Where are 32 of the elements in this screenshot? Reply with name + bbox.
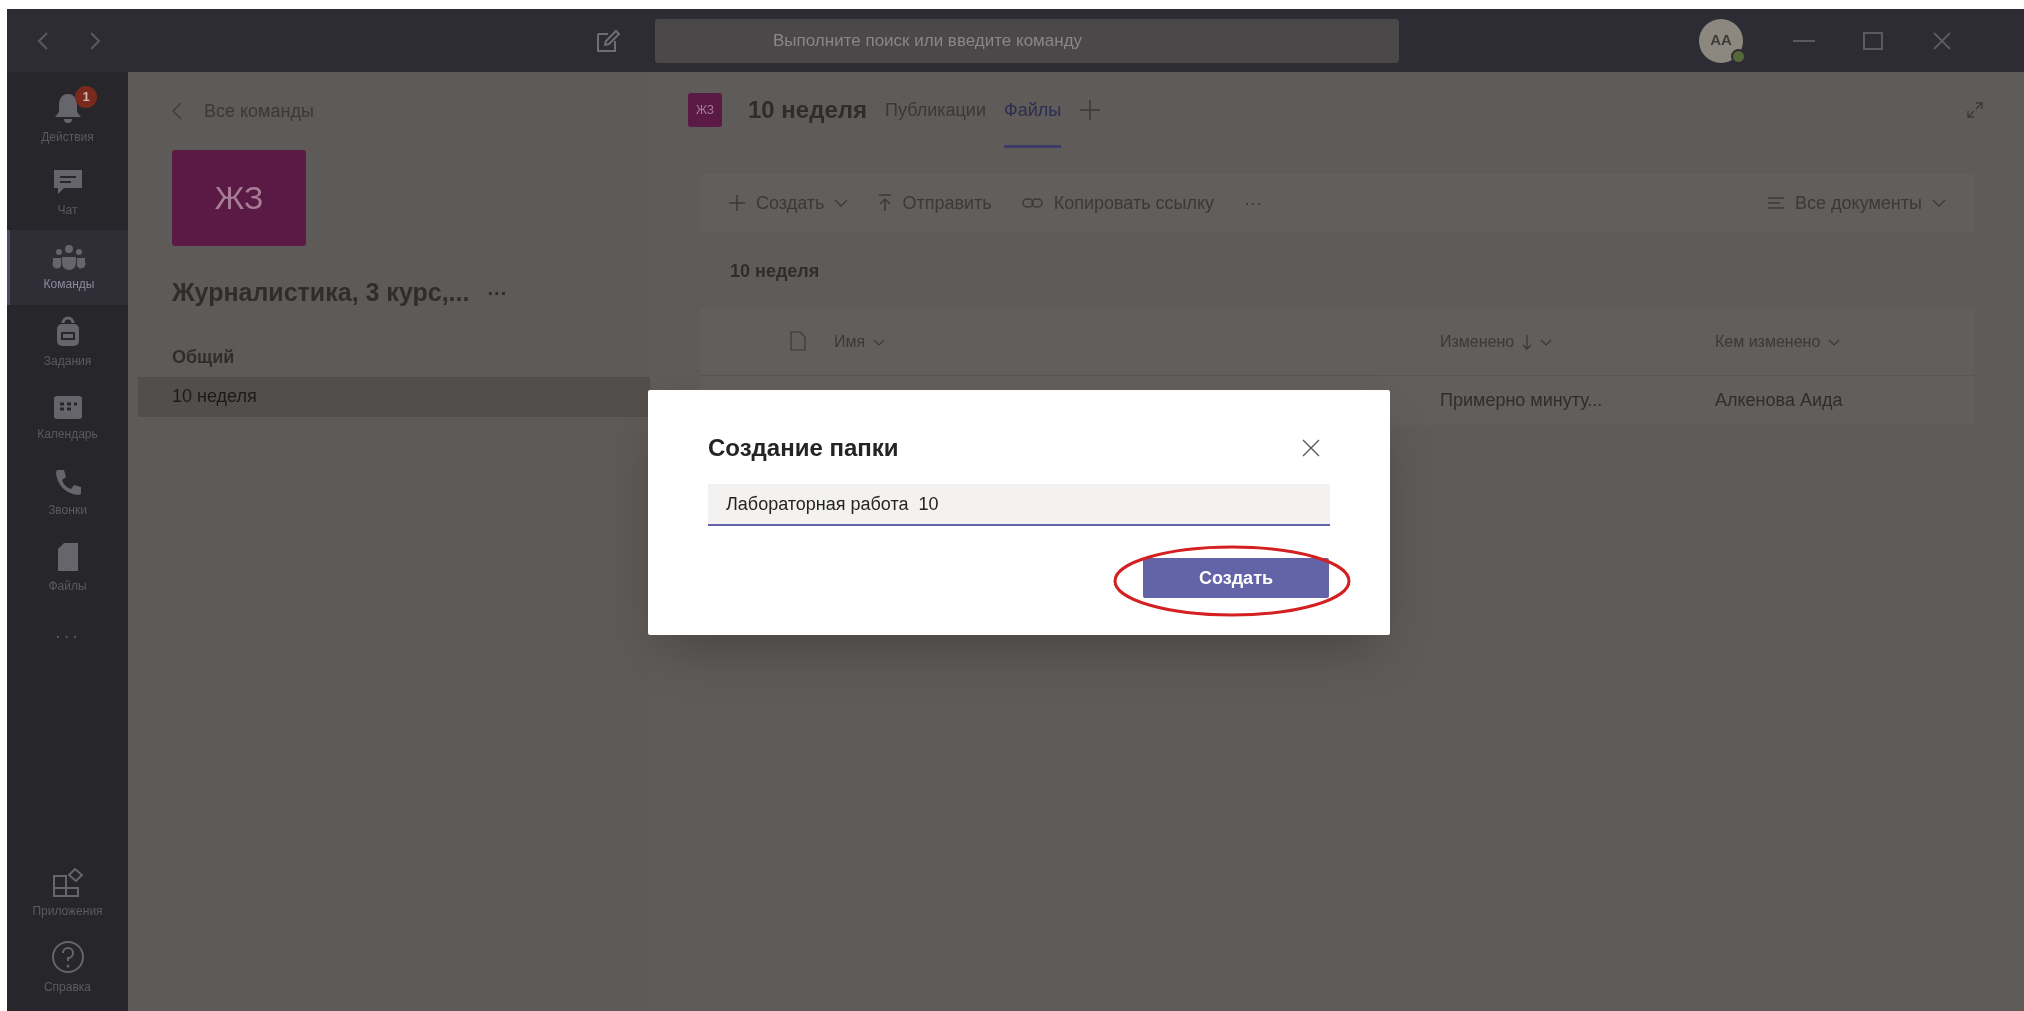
compose-icon[interactable]	[595, 28, 621, 53]
dialog-title: Создание папки	[708, 433, 899, 463]
apps-icon	[50, 865, 85, 898]
plus-icon	[728, 194, 746, 212]
maximize-icon[interactable]	[1863, 31, 1883, 50]
help-icon	[50, 939, 85, 974]
close-icon[interactable]	[1302, 439, 1320, 457]
link-icon	[1021, 196, 1044, 210]
chevron-down-icon	[1932, 199, 1946, 207]
add-tab-icon[interactable]	[1079, 99, 1102, 121]
more-apps-button[interactable]: ···	[7, 605, 128, 665]
filter-lines-icon	[1767, 197, 1786, 209]
team-tile: ЖЗ	[172, 150, 306, 246]
create-button[interactable]: Создать	[1143, 558, 1329, 598]
input-field[interactable]: Лабораторная работа 10	[708, 484, 1330, 526]
chevron-down-icon	[834, 199, 849, 207]
avatar[interactable]: AA	[1699, 18, 1743, 63]
chevron-left-icon	[172, 102, 182, 120]
expand-icon[interactable]	[1966, 101, 1984, 119]
minimize-icon[interactable]	[1793, 38, 1815, 43]
channel-tile: ЖЗ	[688, 93, 722, 127]
notification-badge: 1	[75, 86, 97, 108]
chevron-down-icon	[873, 338, 886, 346]
people-icon	[51, 242, 87, 271]
upload-icon	[878, 194, 893, 212]
file-type-icon	[790, 331, 806, 351]
chevron-down-icon	[1828, 338, 1841, 346]
more-options-button[interactable]: ···	[487, 277, 508, 308]
search-field[interactable]: Выполните поиск или введите команду	[655, 18, 1399, 63]
chevron-down-icon	[1540, 338, 1553, 346]
rail-item[interactable]: Команды	[7, 230, 128, 305]
more-button[interactable]: ···	[1244, 189, 1263, 217]
